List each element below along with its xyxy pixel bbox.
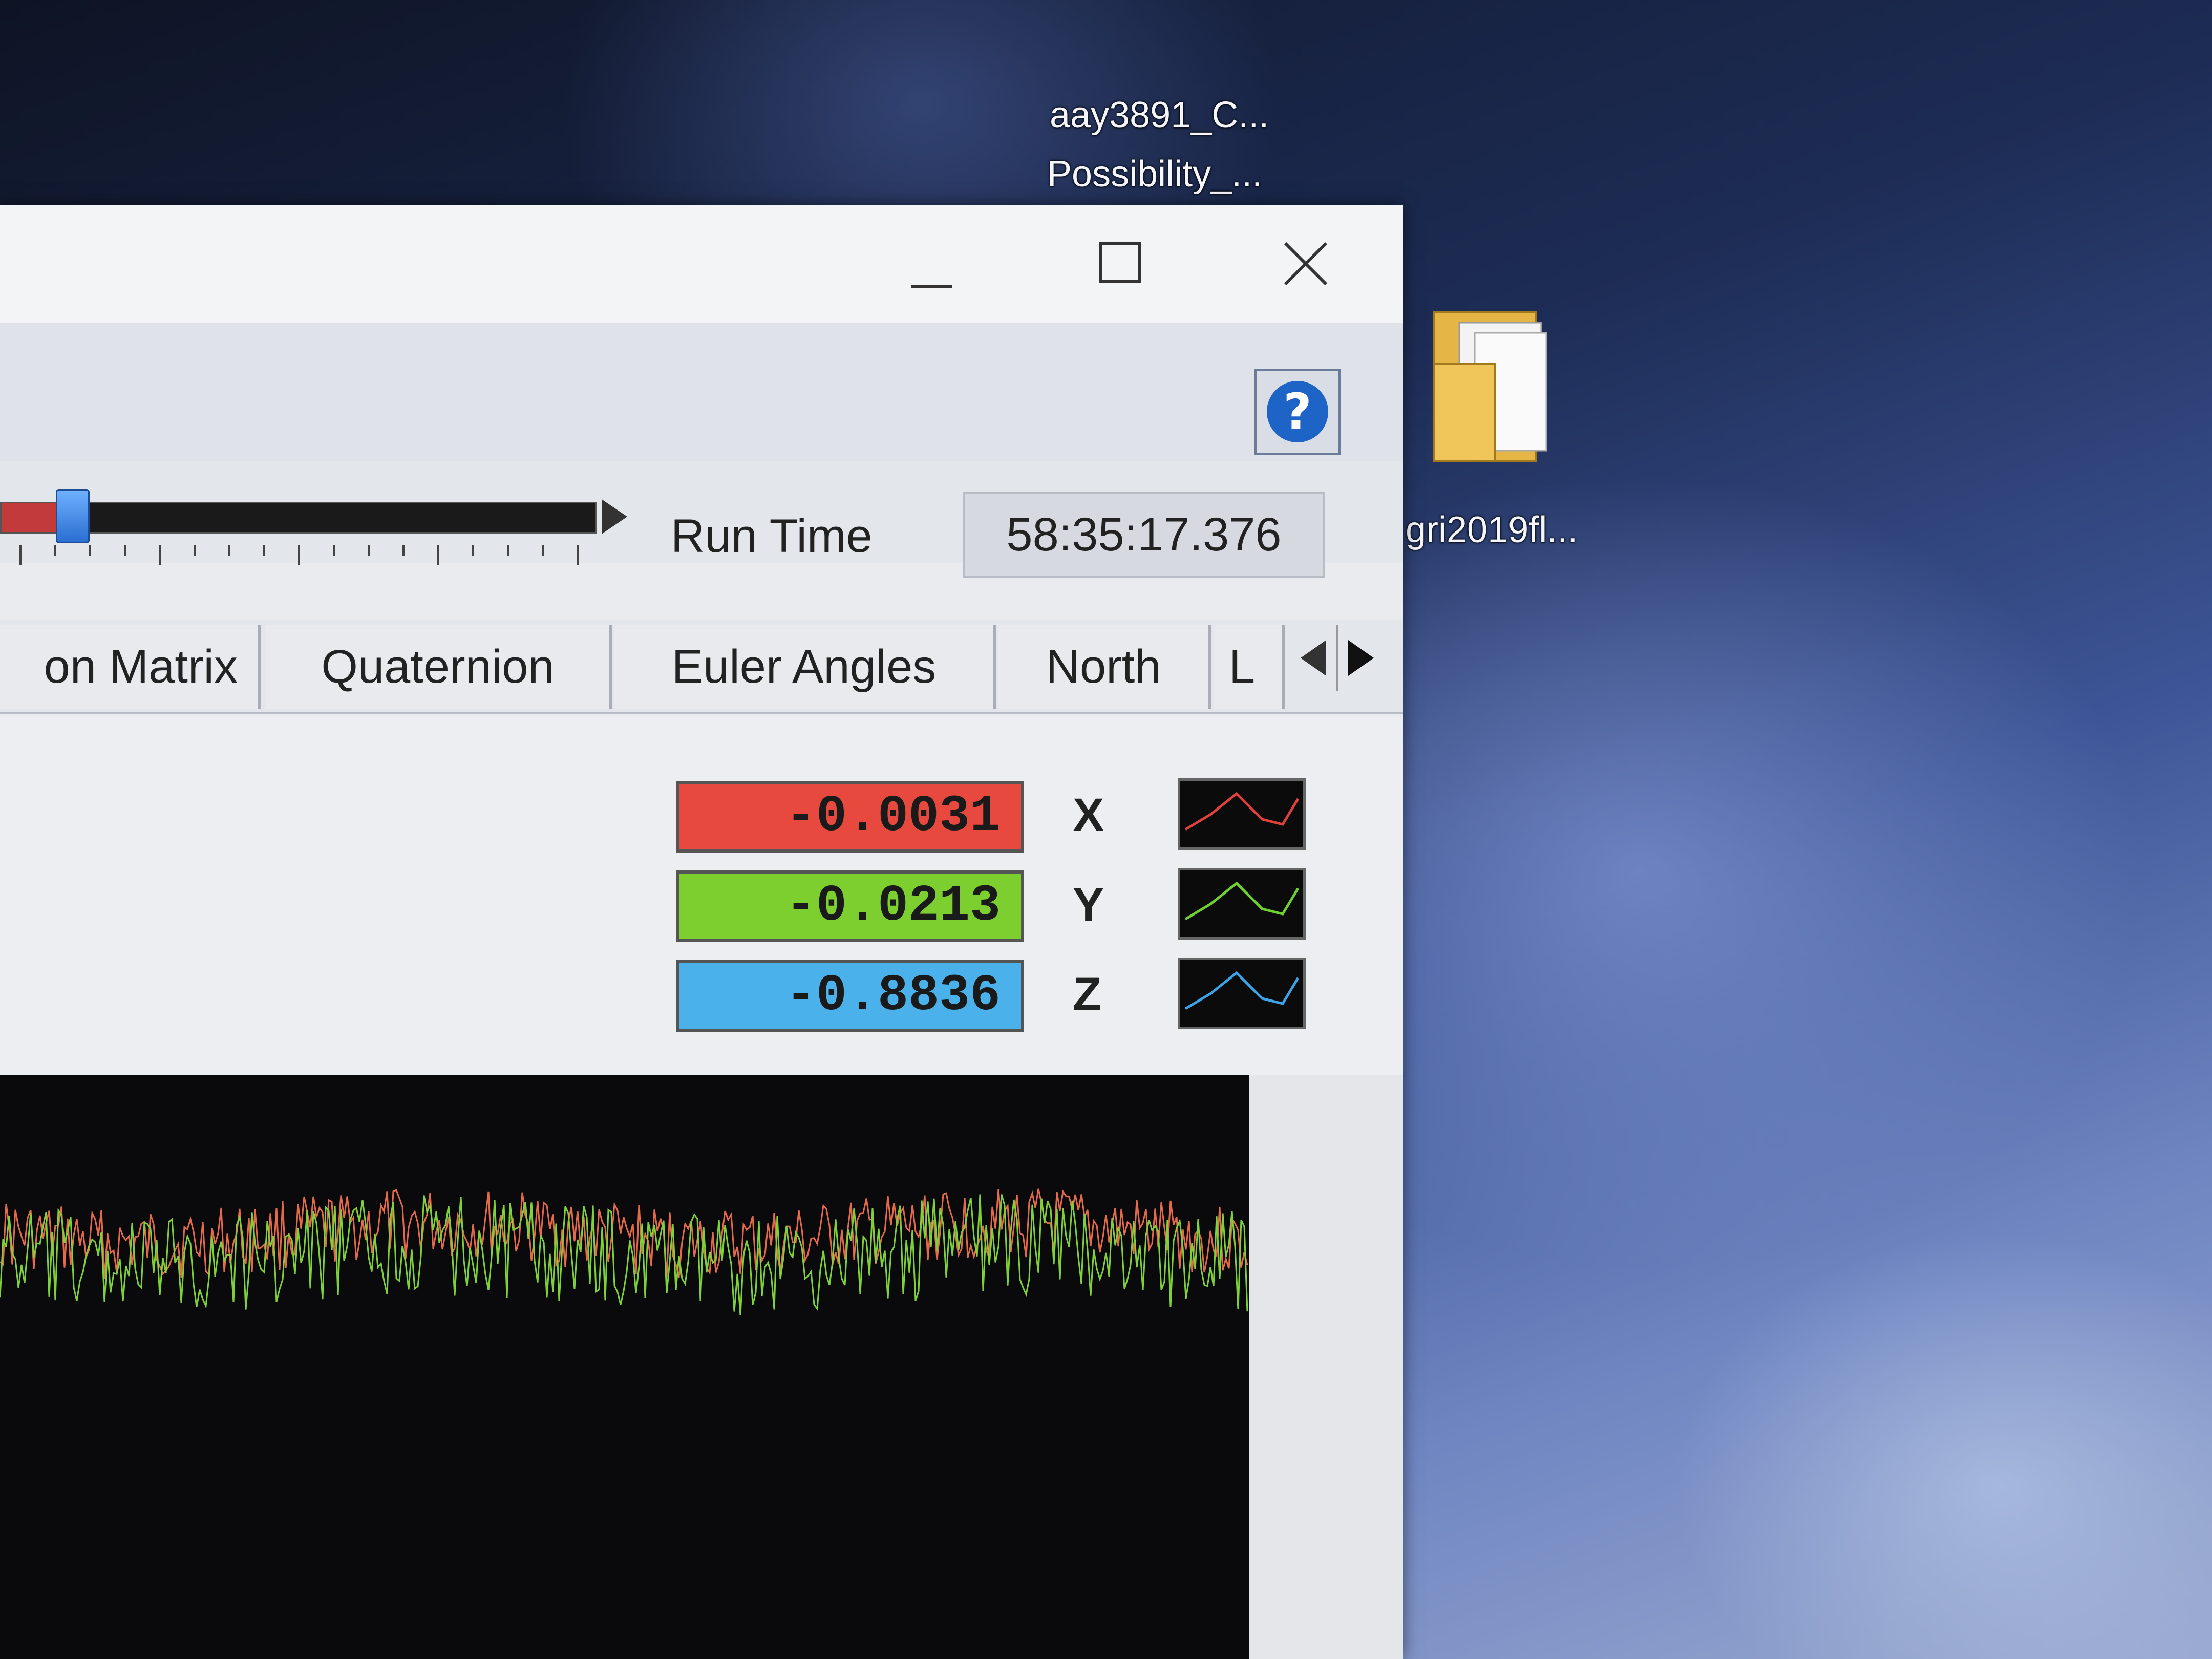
desktop-icon-label-2[interactable]: gri2019fl... [1406, 502, 1578, 558]
y-sparkline[interactable] [1178, 868, 1306, 940]
minimize-icon [911, 285, 952, 288]
x-value: -0.0031 [676, 781, 1024, 853]
z-sparkline-icon [1184, 971, 1300, 1010]
toolbar [0, 323, 1403, 461]
slider-ticks [19, 545, 579, 565]
minimize-button[interactable] [886, 230, 978, 302]
title-bar [0, 205, 1403, 323]
tab-bar: on Matrix Quaternion Euler Angles North … [0, 620, 1403, 714]
y-value: -0.0213 [676, 870, 1024, 942]
folder-icon[interactable] [1429, 302, 1551, 471]
maximize-icon [1099, 242, 1141, 283]
tab-rotation-matrix[interactable]: on Matrix [0, 625, 261, 709]
run-time-value: 58:35:17.376 [963, 492, 1325, 578]
chevron-left-icon [1301, 640, 1326, 676]
slider-thumb[interactable] [56, 489, 90, 543]
play-icon[interactable] [602, 499, 627, 534]
app-window: ? Run Time 58:35:17.376 on Matrix Quater… [0, 205, 1403, 1659]
run-time-label: Run Time [671, 510, 873, 562]
z-label: Z [1073, 968, 1102, 1020]
tab-scroll-left-button[interactable] [1290, 625, 1336, 691]
desktop-icon-label-1b[interactable]: Possibility_... [1047, 146, 1262, 202]
tab-scroll-right-button[interactable] [1336, 625, 1384, 691]
close-icon [1284, 242, 1328, 286]
y-label: Y [1073, 879, 1104, 931]
tab-north[interactable]: North [998, 625, 1211, 709]
tab-euler-angles[interactable]: Euler Angles [614, 625, 996, 709]
close-button[interactable] [1262, 230, 1354, 302]
x-sparkline-icon [1184, 792, 1300, 831]
tab-truncated[interactable]: L [1214, 625, 1285, 709]
desktop-icon-label-1a[interactable]: aay3891_C... [1050, 87, 1269, 143]
x-label: X [1073, 789, 1104, 841]
maximize-button[interactable] [1073, 230, 1165, 302]
z-sparkline[interactable] [1178, 958, 1306, 1029]
graph-side-panel [1249, 1075, 1403, 1659]
tab-quaternion[interactable]: Quaternion [266, 625, 612, 709]
y-sparkline-icon [1184, 881, 1300, 921]
signal-graph [0, 1075, 1249, 1659]
x-sparkline[interactable] [1178, 778, 1306, 850]
help-button[interactable]: ? [1254, 369, 1341, 455]
z-value: -0.8836 [676, 960, 1024, 1032]
graph-series-1 [0, 1194, 1248, 1316]
help-icon: ? [1267, 381, 1328, 442]
chevron-right-icon [1348, 640, 1374, 676]
signal-graph-plot [0, 1188, 1248, 1316]
